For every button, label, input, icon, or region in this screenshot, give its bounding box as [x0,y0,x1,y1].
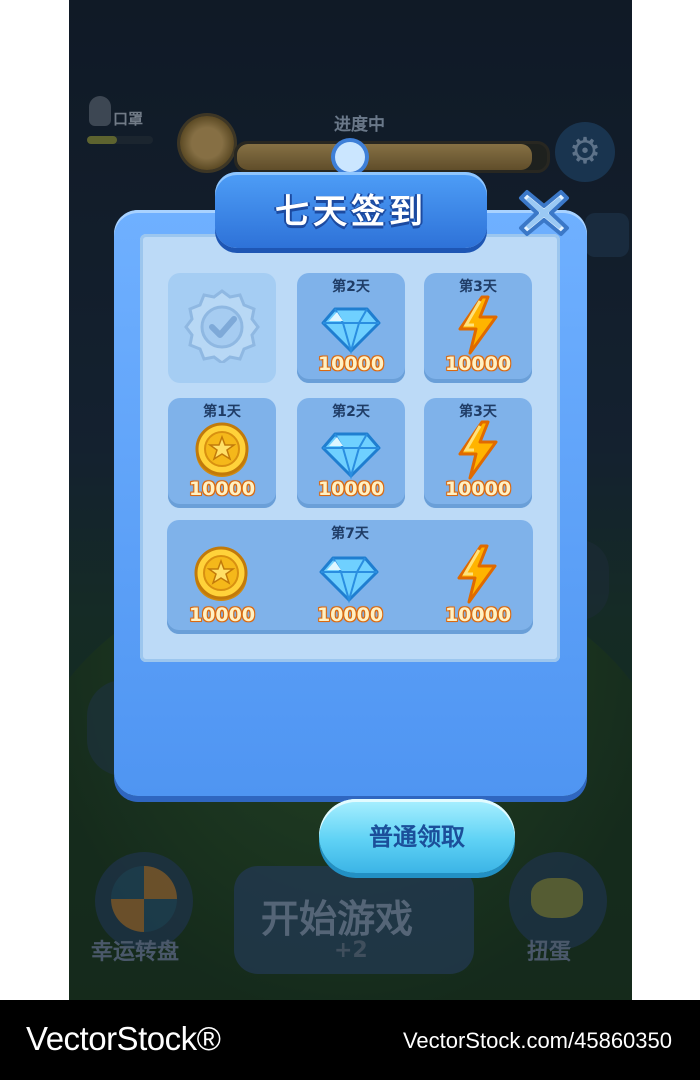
day-cell[interactable]: 第2天 10000 [297,398,405,508]
lightning-bolt-icon [458,420,498,480]
day-cell[interactable]: 第2天 10000 [297,273,405,383]
watermark-brand: VectorStock® [26,1020,221,1057]
reward-amount: 10000 [317,353,385,375]
reward-slot: 10000 [423,520,533,634]
reward-amount: 10000 [444,604,512,626]
reward-slot: 10000 [167,520,277,634]
reward-amount: 10000 [188,604,256,626]
watermark-id: VectorStock.com/45860350 [402,1028,672,1053]
claim-button[interactable]: 普通领取 [319,799,515,873]
reward-amount: 10000 [317,478,385,500]
check-badge-icon [184,289,260,363]
day-label: 第1天 [203,404,241,420]
day-cell[interactable]: 第3天 10000 [424,398,532,508]
day-label: 第3天 [459,404,497,420]
gold-coin-icon [194,546,248,601]
title-plate: 七天签到 [215,172,487,248]
day-cell[interactable]: 第1天 10000 [168,398,276,508]
watermark-bar: VectorStock® VectorStock.com/45860350 [0,1000,700,1080]
reward-amount: 10000 [188,478,256,500]
day7-cell[interactable]: 第7天 10000 10000 10000 [167,520,533,634]
popup-title: 七天签到 [275,192,427,232]
lightning-bolt-icon [458,295,498,355]
diamond-icon [321,432,381,480]
day-cell-claimed [168,273,276,383]
diamond-icon [321,307,381,355]
diamond-icon [319,556,379,604]
claim-button-label: 普通领取 [369,823,465,851]
gold-coin-icon [195,422,249,477]
close-icon[interactable] [515,184,573,242]
day-label: 第3天 [459,279,497,295]
day-label: 第2天 [332,404,370,420]
reward-amount: 10000 [444,353,512,375]
lightning-bolt-icon [457,544,497,604]
day-cell[interactable]: 第3天 10000 [424,273,532,383]
reward-amount: 10000 [444,478,512,500]
game-screen: 口罩 进度中 ⚙ 幸运转盘 开始游戏 +2 扭蛋 七天签到 第2天 10000 … [69,0,632,1000]
reward-amount: 10000 [316,604,384,626]
reward-slot: 10000 [295,520,405,634]
day-label: 第2天 [332,279,370,295]
panel-hook [335,142,365,172]
